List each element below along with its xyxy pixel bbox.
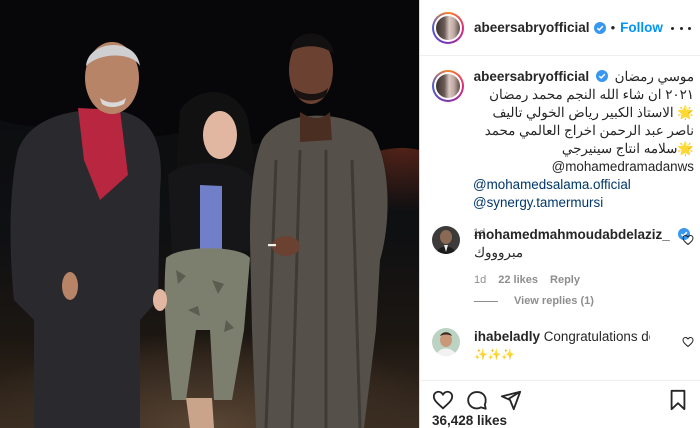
comment-text: Congratulations de [543,329,650,344]
view-replies-label: View replies (1) [514,295,594,307]
post-photo[interactable] [0,0,419,428]
caption-arabic-text: موسي رمضان ٢٠٢١ ان شاء الله النجم محمد ر… [484,69,694,174]
mention-link[interactable]: @synergy.tamermursi [473,194,694,212]
author-username[interactable]: abeersabryofficial [474,20,590,35]
reply-button[interactable]: Reply [550,271,580,289]
author-avatar[interactable] [432,11,464,44]
verified-badge-icon [595,70,608,82]
heart-icon[interactable] [432,389,454,411]
comment-timestamp[interactable]: 1d [474,271,486,289]
share-icon[interactable] [500,389,522,411]
comment-text-emoji: ✨✨✨ [474,349,516,361]
instagram-post: abeersabryofficial • Follow abeersabryof… [0,0,700,428]
heart-icon[interactable] [682,336,694,348]
comment-icon[interactable] [466,389,488,411]
post-header: abeersabryofficial • Follow [420,0,700,56]
comment-meta: 1d 22 likes Reply [474,271,694,289]
post-action-bar: 36,428 likes [420,380,700,428]
post-side-panel: abeersabryofficial • Follow abeersabryof… [419,0,700,428]
comment-text: مبروووك [474,245,524,260]
follow-button[interactable]: Follow [620,20,663,35]
mention-link[interactable]: @mohamedsalama.official [473,176,694,194]
heart-icon[interactable] [682,234,694,246]
commenter-avatar[interactable] [432,226,460,254]
likes-count[interactable]: 36,428 likes [432,413,507,428]
more-options-icon[interactable] [671,18,691,38]
caption-username[interactable]: abeersabryofficial [474,69,590,84]
photo-illustration [0,0,419,428]
commenter-avatar[interactable] [432,328,460,356]
caption-avatar[interactable] [432,70,464,102]
view-replies-button[interactable]: View replies (1) [474,295,594,307]
comment-item: ihabeladly Congratulations de ✨✨✨ [432,328,694,364]
verified-badge-icon [593,21,606,34]
bookmark-icon[interactable] [667,389,689,411]
comment-item: mohamedmahmoudabdelaziz_ مبروووك 1d 22 l… [432,226,694,289]
comment-likes[interactable]: 22 likes [498,271,538,289]
commenter-username[interactable]: ihabeladly [474,329,540,344]
commenter-username[interactable]: mohamedmahmoudabdelaziz_ [474,227,670,242]
person-middle [153,92,258,428]
separator-dot: • [610,20,616,35]
view-replies-line [474,300,498,302]
caption-text: abeersabryofficial موسي رمضان ٢٠٢١ ان شا… [473,68,694,176]
post-caption: abeersabryofficial موسي رمضان ٢٠٢١ ان شا… [432,68,694,242]
